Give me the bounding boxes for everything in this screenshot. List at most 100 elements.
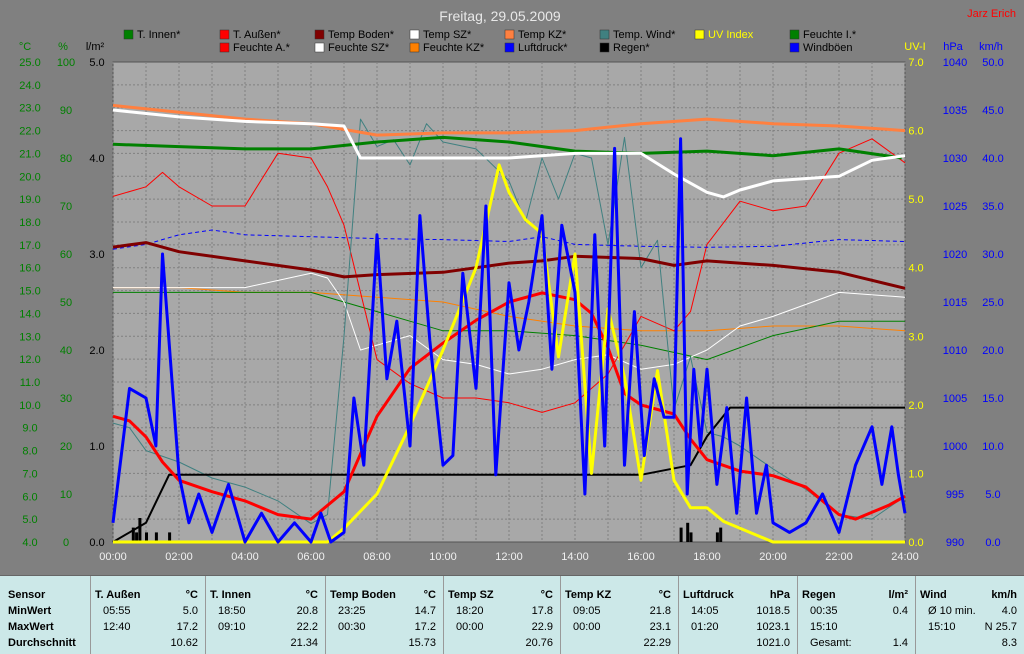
- stats-min-time: 14:05: [691, 605, 719, 617]
- axis-tick-label: 70: [60, 201, 72, 213]
- chart-title: Freitag, 29.05.2009: [439, 8, 561, 24]
- axis-tick-label: 5.0: [908, 194, 923, 206]
- axis-tick-label: 9.0: [22, 423, 37, 435]
- legend-swatch: [219, 29, 230, 40]
- legend-label: Windböen: [803, 42, 853, 54]
- stats-avg-value: 15.73: [408, 637, 436, 649]
- axis-tick-label: 0.0: [908, 537, 923, 549]
- rain-bar: [138, 518, 142, 542]
- stats-avg-value: 8.3: [1001, 637, 1017, 649]
- legend-label: T. Innen*: [137, 29, 181, 41]
- axis-tick-label: 0.0: [985, 537, 1000, 549]
- weather-chart: Freitag, 29.05.2009 Jarz Erich T. Innen*…: [19, 8, 1016, 563]
- legend-label: T. Außen*: [233, 29, 281, 41]
- axis-tick-label: 1.0: [908, 468, 923, 480]
- axis-tick-label: 19.0: [19, 194, 40, 206]
- stats-col-t-au-en: T. Außen °C 05:55 5.0 12:40 17.2 10.62: [90, 576, 206, 654]
- axis-tick-label: 20.0: [982, 345, 1003, 357]
- axis-tick-label: 20: [60, 441, 72, 453]
- stats-sensor-name: Temp Boden: [330, 589, 396, 601]
- stats-min-time: 09:05: [573, 605, 601, 617]
- x-tick-label: 06:00: [297, 551, 325, 563]
- stats-min-value: 0.4: [892, 605, 908, 617]
- axis-tick-label: 40.0: [982, 153, 1003, 165]
- legend-swatch: [219, 42, 230, 53]
- legend-swatch: [504, 42, 515, 53]
- x-tick-label: 18:00: [693, 551, 721, 563]
- legend-swatch: [599, 29, 610, 40]
- stats-col-temp-sz: Temp SZ °C 18:20 17.8 00:00 22.9 20.76: [443, 576, 561, 654]
- stats-col-temp-boden: Temp Boden °C 23:25 14.7 00:30 17.2 15.73: [325, 576, 444, 654]
- stats-min-time: Ø 10 min.: [928, 605, 976, 617]
- axis-tick-label: 12.0: [19, 354, 40, 366]
- legend-label: Feuchte KZ*: [423, 42, 485, 54]
- stats-avg-value: 21.34: [290, 637, 318, 649]
- stats-avg-time: Gesamt:: [810, 637, 852, 649]
- axis-tick-label: 10.0: [982, 441, 1003, 453]
- rain-bar: [679, 527, 683, 542]
- legend-label: Feuchte I.*: [803, 29, 857, 41]
- axis-tick-label: 5.0: [985, 489, 1000, 501]
- legend-label: Temp Boden*: [328, 29, 395, 41]
- axis-unit-label: l/m²: [86, 41, 105, 53]
- stats-col-luftdruck: Luftdruck hPa 14:05 1018.5 01:20 1023.1 1021.0: [678, 576, 798, 654]
- axis-tick-label: 3.0: [908, 331, 923, 343]
- stats-min-time: 05:55: [103, 605, 131, 617]
- axis-tick-label: 35.0: [982, 201, 1003, 213]
- stats-max-time: 00:30: [338, 621, 366, 633]
- stats-max-time: 01:20: [691, 621, 719, 633]
- stats-max-time: 15:10: [928, 621, 956, 633]
- x-tick-label: 02:00: [165, 551, 193, 563]
- x-tick-label: 22:00: [825, 551, 853, 563]
- axis-tick-label: 13.0: [19, 331, 40, 343]
- stats-unit: hPa: [769, 589, 790, 601]
- axis-tick-label: 60: [60, 249, 72, 261]
- axis-unit-label: UV-I: [904, 41, 925, 53]
- axis-tick-label: 15.0: [982, 393, 1003, 405]
- rain-bar: [686, 522, 690, 542]
- axis-tick-label: 17.0: [19, 240, 40, 252]
- stats-sensor-name: T. Außen: [95, 589, 141, 601]
- axis-unit-label: °C: [19, 41, 31, 53]
- stats-max-time: 00:00: [456, 621, 484, 633]
- legend-label: Regen*: [613, 42, 650, 54]
- axis-tick-label: 1040: [943, 57, 967, 69]
- x-tick-label: 00:00: [99, 551, 127, 563]
- axis-tick-label: 14.0: [19, 308, 40, 320]
- stats-max-value: 1023.1: [756, 621, 790, 633]
- axis-tick-label: 1.0: [89, 441, 104, 453]
- stats-sensor-name: Luftdruck: [683, 589, 734, 601]
- legend-swatch: [599, 42, 610, 53]
- x-tick-label: 20:00: [759, 551, 787, 563]
- axis-tick-label: 6.0: [908, 126, 923, 138]
- stats-max-value: 17.2: [414, 621, 436, 633]
- stats-min-value: 17.8: [531, 605, 553, 617]
- stats-unit: °C: [305, 589, 318, 601]
- axis-tick-label: 3.0: [89, 249, 104, 261]
- axis-tick-label: 18.0: [19, 217, 40, 229]
- legend-swatch: [314, 42, 325, 53]
- author-label: Jarz Erich: [967, 8, 1016, 20]
- stats-min-time: 18:20: [456, 605, 484, 617]
- stats-col-regen: Regen l/m² 00:35 0.4 15:10 Gesamt: 1.4: [797, 576, 916, 654]
- legend-label: Feuchte SZ*: [328, 42, 390, 54]
- legend-swatch: [694, 29, 705, 40]
- stats-min-time: 00:35: [810, 605, 838, 617]
- stats-max-value: 22.2: [296, 621, 318, 633]
- axis-tick-label: 45.0: [982, 105, 1003, 117]
- stats-header-sensor: Sensor: [8, 589, 46, 601]
- stats-sensor-name: Wind: [920, 589, 947, 601]
- stats-max-time: 15:10: [810, 621, 838, 633]
- axis-unit-label: %: [58, 41, 68, 53]
- axis-tick-label: 90: [60, 105, 72, 117]
- axis-tick-label: 2.0: [908, 400, 923, 412]
- axis-tick-label: 1015: [943, 297, 967, 309]
- axis-tick-label: 25.0: [19, 57, 40, 69]
- legend-swatch: [123, 29, 134, 40]
- stats-max-value: 23.1: [649, 621, 671, 633]
- axis-tick-label: 1010: [943, 345, 967, 357]
- axis-tick-label: 1025: [943, 201, 967, 213]
- stats-label-max: MaxWert: [8, 621, 54, 633]
- stats-unit: °C: [423, 589, 436, 601]
- legend-label: Luftdruck*: [518, 42, 568, 54]
